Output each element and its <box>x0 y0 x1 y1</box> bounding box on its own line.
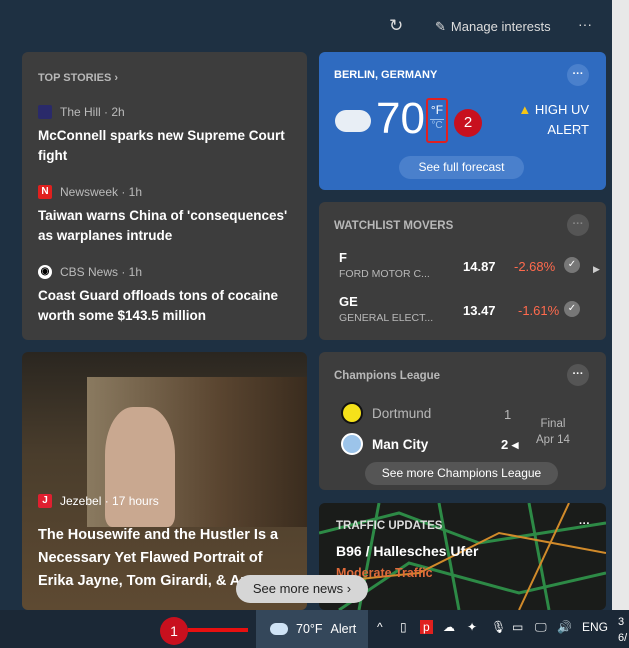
watchlist-title: WATCHLIST MOVERS <box>334 220 454 232</box>
microphone-icon[interactable]: 🎙 <box>491 620 506 634</box>
weather-more-button[interactable]: ··· <box>567 64 589 86</box>
top-stories-card: TOP STORIES › The Hill · 2h McConnell sp… <box>22 52 307 340</box>
story-source: The Hill · 2h <box>38 105 125 119</box>
jezebel-logo-icon: J <box>38 494 52 508</box>
story-source: N Newsweek · 1h <box>38 185 142 199</box>
see-full-forecast-button[interactable]: See full forecast <box>399 156 524 179</box>
pencil-icon: ✎ <box>435 19 446 34</box>
feature-source: J Jezebel · 17 hours <box>38 494 159 508</box>
match-status: Final Apr 14 <box>536 418 570 446</box>
language-indicator[interactable]: ENG <box>582 620 608 634</box>
champions-more-button[interactable]: ··· <box>567 364 589 386</box>
story-headline[interactable]: Coast Guard offloads tons of cocaine wor… <box>38 286 288 326</box>
annotation-badge-1: 1 <box>160 617 188 645</box>
weather-location: BERLIN, GERMANY <box>334 69 438 81</box>
dropbox-icon[interactable]: ✦ <box>467 620 477 634</box>
app-p-icon[interactable]: p <box>420 620 433 634</box>
team-dortmund: Dortmund <box>372 406 432 421</box>
more-options-button[interactable]: ··· <box>578 16 592 32</box>
clock[interactable]: 3 6/ <box>618 614 627 646</box>
see-more-news-button[interactable]: See more news › <box>236 575 368 603</box>
newsweek-logo-icon: N <box>38 185 52 199</box>
check-icon[interactable]: ✓ <box>564 301 580 317</box>
manage-interests-label: Manage interests <box>450 19 551 34</box>
weather-card[interactable]: BERLIN, GERMANY ··· 70 °F °C 2 ▲ HIGH UV… <box>319 52 606 190</box>
unit-celsius[interactable]: °C <box>430 119 444 131</box>
top-bar: ↻ ✎ Manage interests ··· <box>0 0 612 52</box>
man-city-logo-icon <box>341 433 363 455</box>
unit-toggle[interactable]: °F °C <box>426 98 448 143</box>
next-arrow-icon[interactable]: ▶ <box>593 264 600 275</box>
cloud-icon <box>270 623 288 635</box>
story-headline[interactable]: McConnell sparks new Supreme Court fight <box>38 126 288 166</box>
scrollbar[interactable] <box>612 0 629 610</box>
check-icon[interactable]: ✓ <box>564 257 580 273</box>
manage-interests-button[interactable]: ✎ Manage interests <box>435 19 551 35</box>
network-icon[interactable]: 🖵 <box>535 620 547 635</box>
top-stories-header[interactable]: TOP STORIES › <box>38 72 118 84</box>
volume-icon[interactable]: 🔊 <box>557 620 572 634</box>
story-headline[interactable]: Taiwan warns China of 'consequences' as … <box>38 206 288 246</box>
annotation-badge-2: 2 <box>454 109 482 137</box>
the-hill-logo-icon <box>38 105 52 119</box>
team-man-city: Man City <box>372 437 429 452</box>
uv-alert[interactable]: ▲ HIGH UV ALERT <box>509 100 589 140</box>
dortmund-logo-icon <box>341 402 363 424</box>
usb-icon[interactable]: ▯ <box>400 620 407 634</box>
traffic-title: TRAFFIC UPDATES <box>336 520 443 532</box>
refresh-icon[interactable]: ↻ <box>389 16 403 36</box>
score-man-city: 2 ◂ <box>501 437 519 452</box>
temperature: 70 <box>376 94 425 143</box>
onedrive-icon[interactable]: ☁ <box>443 620 455 634</box>
person-figure <box>105 407 175 527</box>
cloud-icon <box>335 110 371 132</box>
champions-league-card: Champions League ··· Dortmund 1 Man City… <box>319 352 606 490</box>
annotation-arrow <box>188 628 248 632</box>
taskbar-weather-button[interactable]: 70°F Alert <box>256 610 368 648</box>
story-source: ◉ CBS News · 1h <box>38 265 142 279</box>
traffic-more-button[interactable]: ··· <box>579 518 590 530</box>
watchlist-more-button[interactable]: ··· <box>567 214 589 236</box>
champions-title: Champions League <box>334 370 441 382</box>
stock-row[interactable]: GE GENERAL ELECT... 13.47 -1.61% ✓ <box>339 294 584 334</box>
score-dortmund: 1 <box>504 407 512 422</box>
stock-row[interactable]: F FORD MOTOR C... 14.87 -2.68% ✓ <box>339 250 584 290</box>
show-hidden-icons-chevron-icon[interactable]: ^ <box>377 620 383 634</box>
watchlist-card: WATCHLIST MOVERS ··· F FORD MOTOR C... 1… <box>319 202 606 340</box>
battery-icon[interactable]: ▭ <box>512 620 523 634</box>
cbs-logo-icon: ◉ <box>38 265 52 279</box>
traffic-road: B96 / Hallesches Ufer <box>336 543 479 559</box>
warning-icon: ▲ <box>518 102 532 117</box>
see-more-champions-button[interactable]: See more Champions League <box>365 462 558 485</box>
feature-story-card[interactable]: J Jezebel · 17 hours The Housewife and th… <box>22 352 307 610</box>
unit-fahrenheit[interactable]: °F <box>428 103 446 117</box>
